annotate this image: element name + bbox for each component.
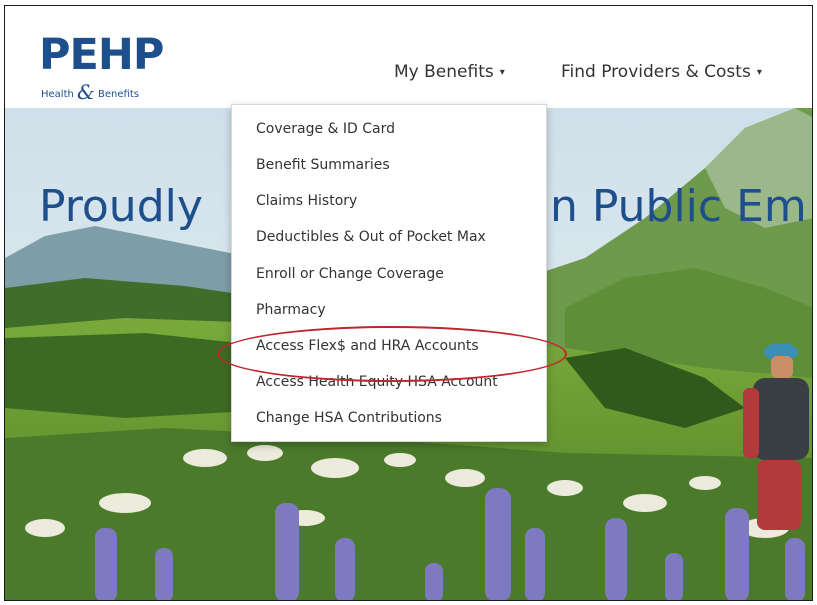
menu-item-pharmacy[interactable]: Pharmacy <box>256 302 326 318</box>
nav-find-providers[interactable]: Find Providers & Costs ▾ <box>561 62 762 82</box>
hero-headline: Proudly <box>39 181 203 232</box>
menu-item-enroll-change-coverage[interactable]: Enroll or Change Coverage <box>256 266 444 282</box>
menu-item-benefit-summaries[interactable]: Benefit Summaries <box>256 157 390 173</box>
logo-tagline-left: Health <box>41 89 74 100</box>
menu-item-coverage-id-card[interactable]: Coverage & ID Card <box>256 121 395 137</box>
chevron-down-icon: ▾ <box>499 67 505 78</box>
pehp-logo[interactable]: PEHP Health & Benefits <box>39 30 179 105</box>
screenshot-frame: PEHP Health & Benefits My Benefits ▾ Find… <box>4 5 813 601</box>
nav-find-providers-label: Find Providers & Costs <box>561 62 751 82</box>
logo-tagline: Health & Benefits <box>41 78 139 104</box>
logo-ampersand: & <box>77 80 95 104</box>
logo-wordmark: PEHP <box>39 30 164 80</box>
menu-item-deductibles[interactable]: Deductibles & Out of Pocket Max <box>256 229 486 245</box>
nav-my-benefits[interactable]: My Benefits ▾ <box>394 62 505 82</box>
my-benefits-dropdown-menu: Coverage & ID Card Benefit Summaries Cla… <box>231 104 547 442</box>
logo-tagline-right: Benefits <box>98 89 139 100</box>
hero-headline-continuation: n Public Em <box>550 181 807 232</box>
menu-item-change-hsa-contributions[interactable]: Change HSA Contributions <box>256 410 442 426</box>
menu-item-access-flex-hra[interactable]: Access Flex$ and HRA Accounts <box>256 338 479 354</box>
menu-item-claims-history[interactable]: Claims History <box>256 193 357 209</box>
nav-my-benefits-label: My Benefits <box>394 62 494 82</box>
menu-item-access-health-equity-hsa[interactable]: Access Health Equity HSA Account <box>256 374 498 390</box>
chevron-down-icon: ▾ <box>756 67 762 78</box>
site-header: PEHP Health & Benefits My Benefits ▾ Find… <box>5 6 812 108</box>
